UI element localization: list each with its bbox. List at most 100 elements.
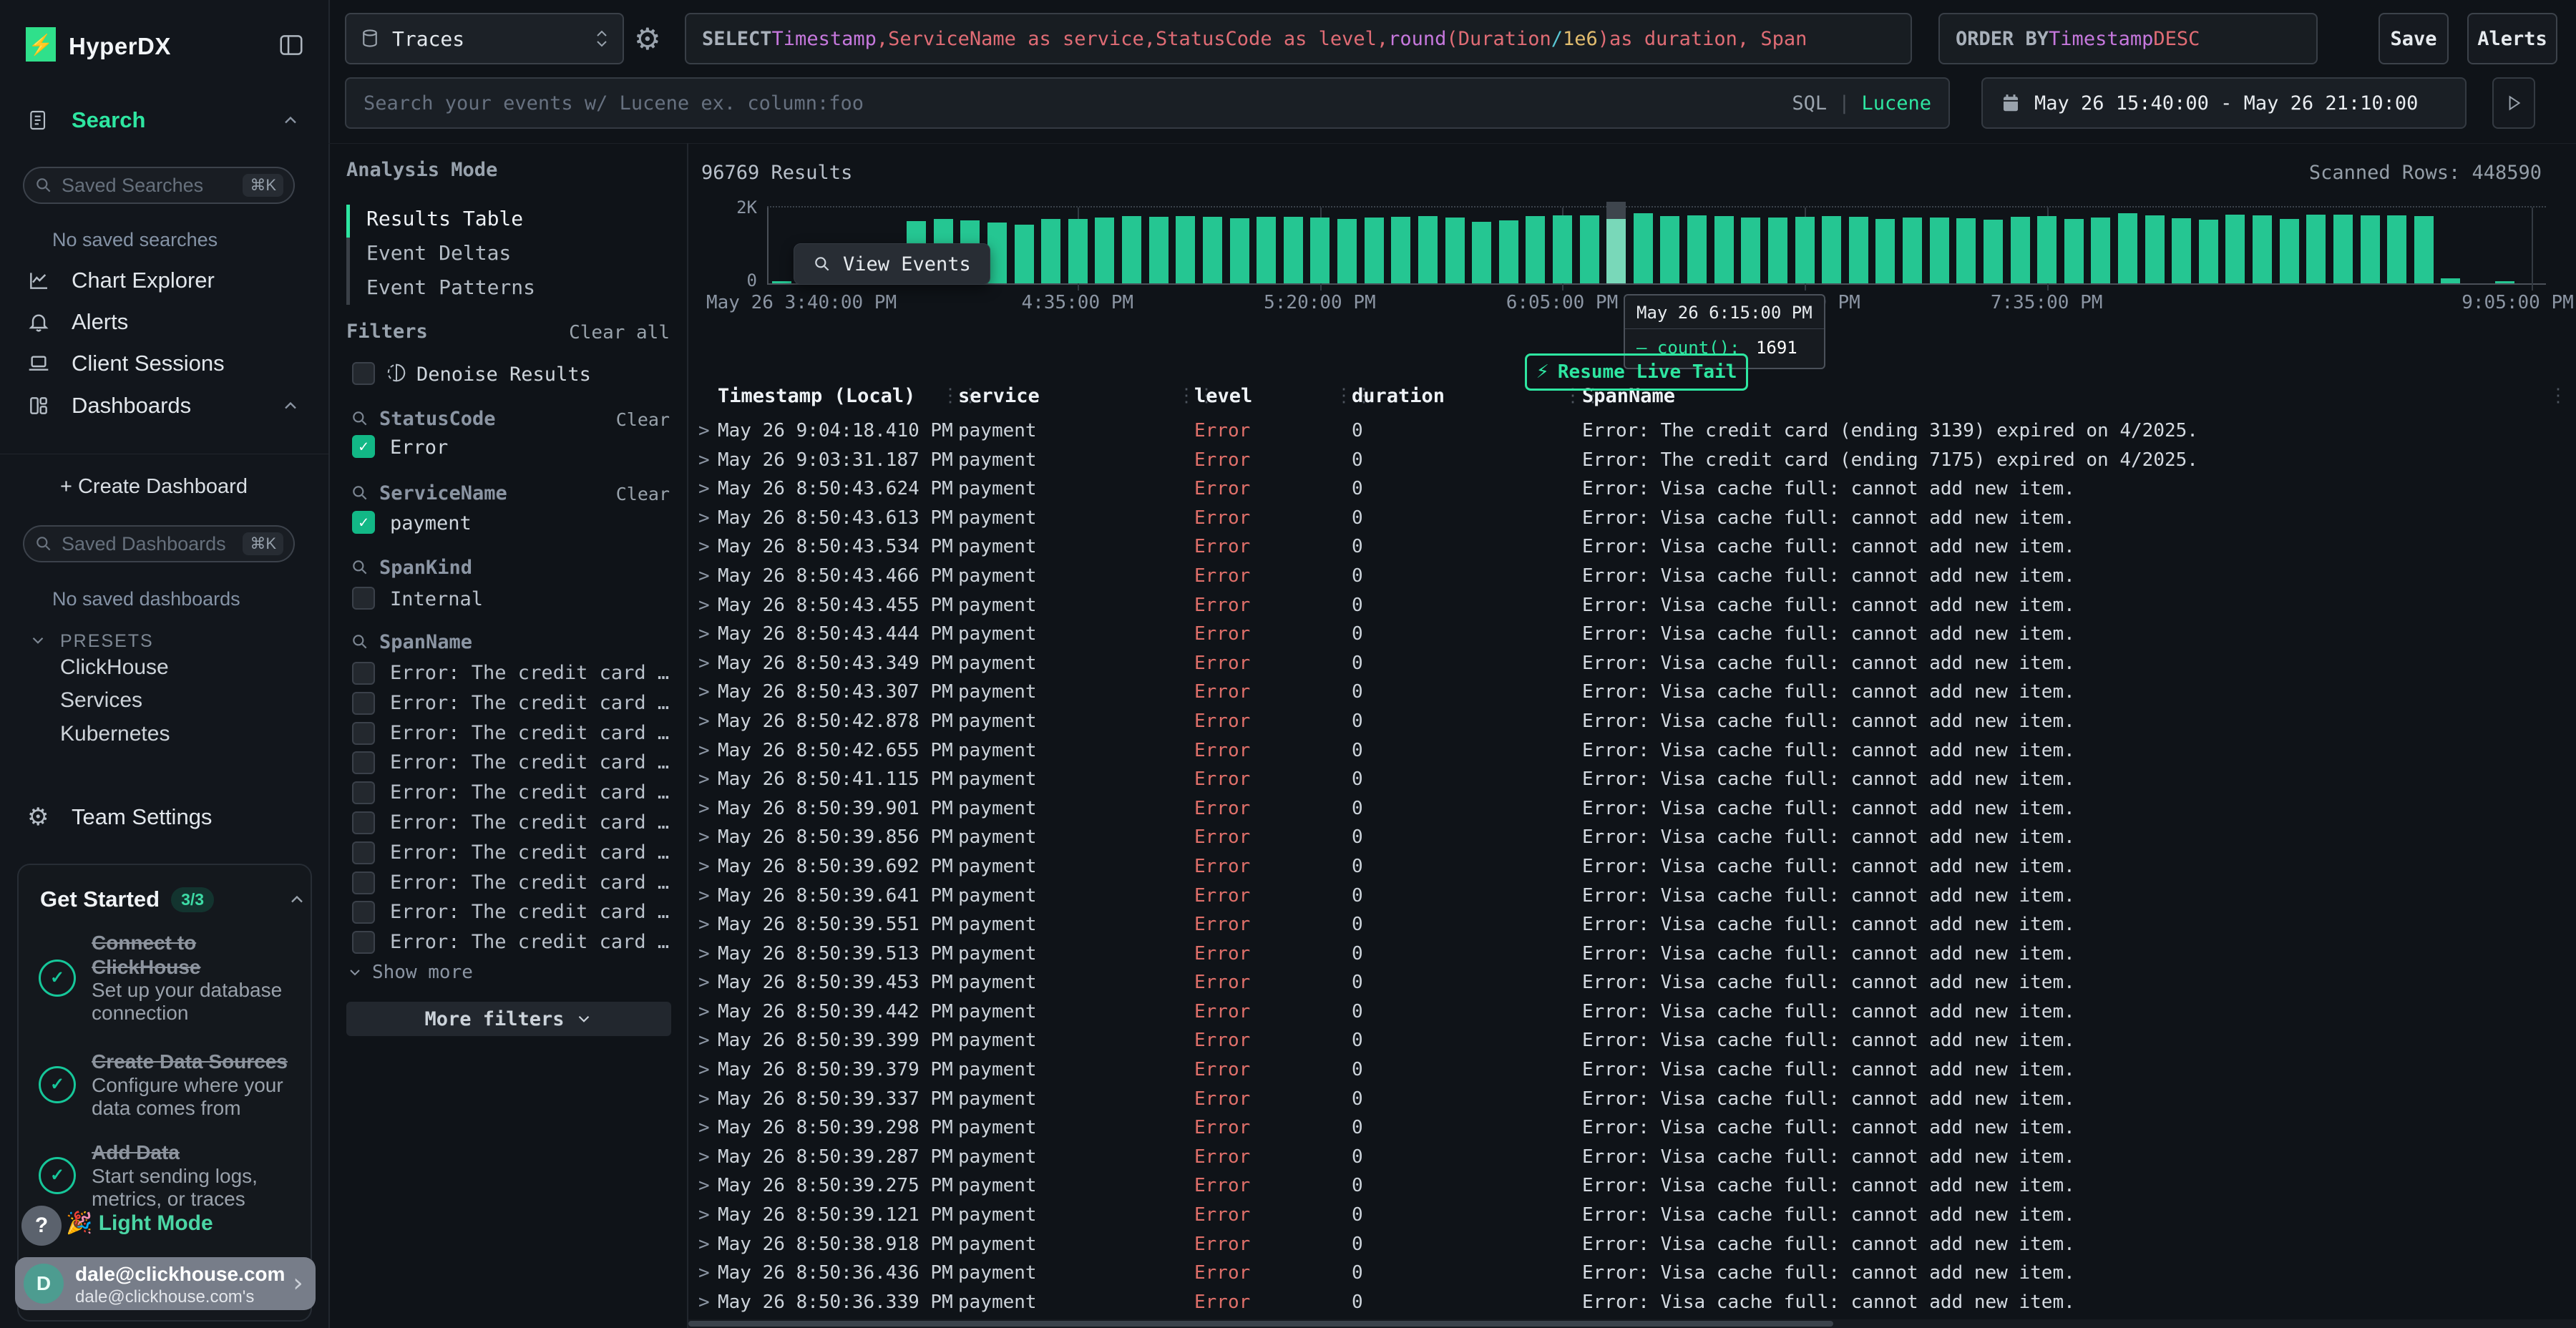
row-expand-chevron-icon[interactable]: > [698,1088,710,1110]
table-row[interactable]: >May 26 8:50:39.298 PMpaymentError0Error… [688,1114,2576,1143]
filter-option-label[interactable]: payment [390,512,472,534]
histogram-bar[interactable] [1122,216,1141,283]
preset-services[interactable]: Services [60,688,142,713]
table-row[interactable]: >May 26 8:50:39.442 PMpaymentError0Error… [688,998,2576,1027]
row-expand-chevron-icon[interactable]: > [698,681,710,703]
row-expand-chevron-icon[interactable]: > [698,420,710,441]
histogram-bar[interactable] [1499,220,1518,283]
table-row[interactable]: >May 26 8:50:42.655 PMpaymentError0Error… [688,737,2576,766]
table-row[interactable]: >May 26 8:50:43.444 PMpaymentError0Error… [688,620,2576,650]
histogram-bar[interactable] [1660,216,1679,283]
histogram-bar[interactable] [1634,213,1653,283]
table-row[interactable]: >May 26 8:50:42.878 PMpaymentError0Error… [688,708,2576,737]
chevron-up-icon[interactable] [287,889,307,909]
histogram-bar[interactable] [2037,216,2057,283]
column-header-duration[interactable]: duration [1352,385,1445,407]
histogram-bar[interactable] [2064,219,2084,283]
row-expand-chevron-icon[interactable]: > [698,623,710,645]
row-expand-chevron-icon[interactable]: > [698,972,710,993]
table-row[interactable]: >May 26 8:50:39.399 PMpaymentError0Error… [688,1027,2576,1056]
mode-results-table[interactable]: Results Table [346,202,535,236]
filter-option-label[interactable]: Internal [390,588,483,610]
table-row[interactable]: >May 26 8:50:38.918 PMpaymentError0Error… [688,1231,2576,1260]
row-expand-chevron-icon[interactable]: > [698,565,710,587]
preset-clickhouse[interactable]: ClickHouse [60,655,169,680]
row-expand-chevron-icon[interactable]: > [698,1175,710,1196]
filter-option-label[interactable]: Error [390,436,448,459]
table-row[interactable]: >May 26 8:50:43.466 PMpaymentError0Error… [688,562,2576,592]
get-started-step[interactable]: ✓ Add Data Start sending logs, metrics, … [39,1141,291,1211]
row-expand-chevron-icon[interactable]: > [698,1117,710,1138]
histogram-bar[interactable] [1741,218,1760,283]
row-expand-chevron-icon[interactable]: > [698,653,710,674]
get-started-step[interactable]: ✓ Create Data Sources Configure where yo… [39,1050,291,1120]
histogram-bar[interactable] [1606,219,1626,283]
histogram-bar[interactable] [2253,215,2272,283]
get-started-step[interactable]: ✓ Connect to ClickHouse Set up your data… [39,931,291,1025]
sidebar-item-chart-explorer[interactable]: Chart Explorer [0,266,328,295]
histogram-bar[interactable] [2145,215,2165,283]
view-events-button[interactable]: View Events [794,243,990,285]
chevron-up-icon[interactable] [280,396,301,416]
histogram-bar[interactable] [1284,217,1303,283]
partially-hidden-item[interactable]: 🎉 Light Mode [66,1211,213,1236]
clear-button[interactable]: Clear [616,484,670,504]
histogram-bar[interactable] [1391,217,1410,283]
histogram-bar[interactable] [1041,219,1060,283]
histogram-bar[interactable] [1956,218,1976,283]
row-expand-chevron-icon[interactable]: > [698,1292,710,1313]
filter-option[interactable]: Error: The credit card … [330,658,687,688]
user-menu[interactable]: D dale@clickhouse.com dale@clickhouse.co… [15,1257,316,1310]
table-row[interactable]: >May 26 8:50:39.121 PMpaymentError0Error… [688,1201,2576,1231]
histogram-bar[interactable] [1768,218,1787,283]
checkbox[interactable] [352,841,375,864]
row-expand-chevron-icon[interactable]: > [698,1030,710,1051]
chevron-down-icon[interactable] [29,631,47,650]
histogram-bar[interactable] [1095,218,1114,283]
horizontal-scrollbar[interactable] [688,1319,2576,1328]
row-expand-chevron-icon[interactable]: > [698,1059,710,1080]
histogram-bar[interactable] [1472,222,1491,283]
histogram-bar[interactable] [2225,215,2245,283]
row-expand-chevron-icon[interactable]: > [698,1234,710,1255]
row-expand-chevron-icon[interactable]: > [698,595,710,616]
preset-kubernetes[interactable]: Kubernetes [60,722,170,746]
row-expand-chevron-icon[interactable]: > [698,478,710,499]
checkbox[interactable] [352,662,375,685]
mode-event-deltas[interactable]: Event Deltas [346,236,535,270]
sidebar-item-client-sessions[interactable]: Client Sessions [0,349,328,378]
histogram-bar[interactable] [987,223,1007,283]
table-row[interactable]: >May 26 8:50:39.551 PMpaymentError0Error… [688,911,2576,940]
statuscode-error-checkbox[interactable]: ✓ [352,435,375,458]
filter-group-name[interactable]: SpanKind [379,557,472,579]
histogram-bar[interactable] [1875,219,1895,283]
row-expand-chevron-icon[interactable]: > [698,1001,710,1022]
filter-group-name[interactable]: ServiceName [379,482,507,504]
table-row[interactable]: >May 26 8:50:39.692 PMpaymentError0Error… [688,853,2576,882]
checkbox[interactable] [352,872,375,894]
row-expand-chevron-icon[interactable]: > [698,1262,710,1284]
filter-option[interactable]: Error: The credit card … [330,688,687,718]
sidebar-item-team-settings[interactable]: ⚙ Team Settings [0,803,328,831]
mode-event-patterns[interactable]: Event Patterns [346,270,535,305]
histogram-bar[interactable] [2091,218,2110,283]
histogram-bar[interactable] [1445,218,1465,283]
filter-group-name[interactable]: SpanName [379,631,472,653]
row-expand-chevron-icon[interactable]: > [698,943,710,965]
histogram-bar[interactable] [1795,217,1815,283]
histogram-bar[interactable] [1203,217,1222,283]
show-more-button[interactable]: Show more [346,962,473,983]
histogram-bar[interactable] [1714,216,1734,283]
table-row[interactable]: >May 26 8:50:39.379 PMpaymentError0Error… [688,1056,2576,1085]
checkbox[interactable] [352,692,375,715]
checkbox[interactable] [352,811,375,834]
table-row[interactable]: >May 26 8:50:43.307 PMpaymentError0Error… [688,678,2576,708]
filter-option[interactable]: Error: The credit card … [330,927,687,957]
collapse-sidebar-icon[interactable] [278,31,305,59]
table-row[interactable]: >May 26 8:50:43.613 PMpaymentError0Error… [688,504,2576,534]
table-row[interactable]: >May 26 8:50:43.455 PMpaymentError0Error… [688,592,2576,621]
histogram-bar[interactable] [2495,281,2514,283]
histogram-bar[interactable] [1984,220,2003,283]
help-button[interactable]: ? [21,1206,62,1246]
histogram-bar[interactable] [1687,215,1707,283]
